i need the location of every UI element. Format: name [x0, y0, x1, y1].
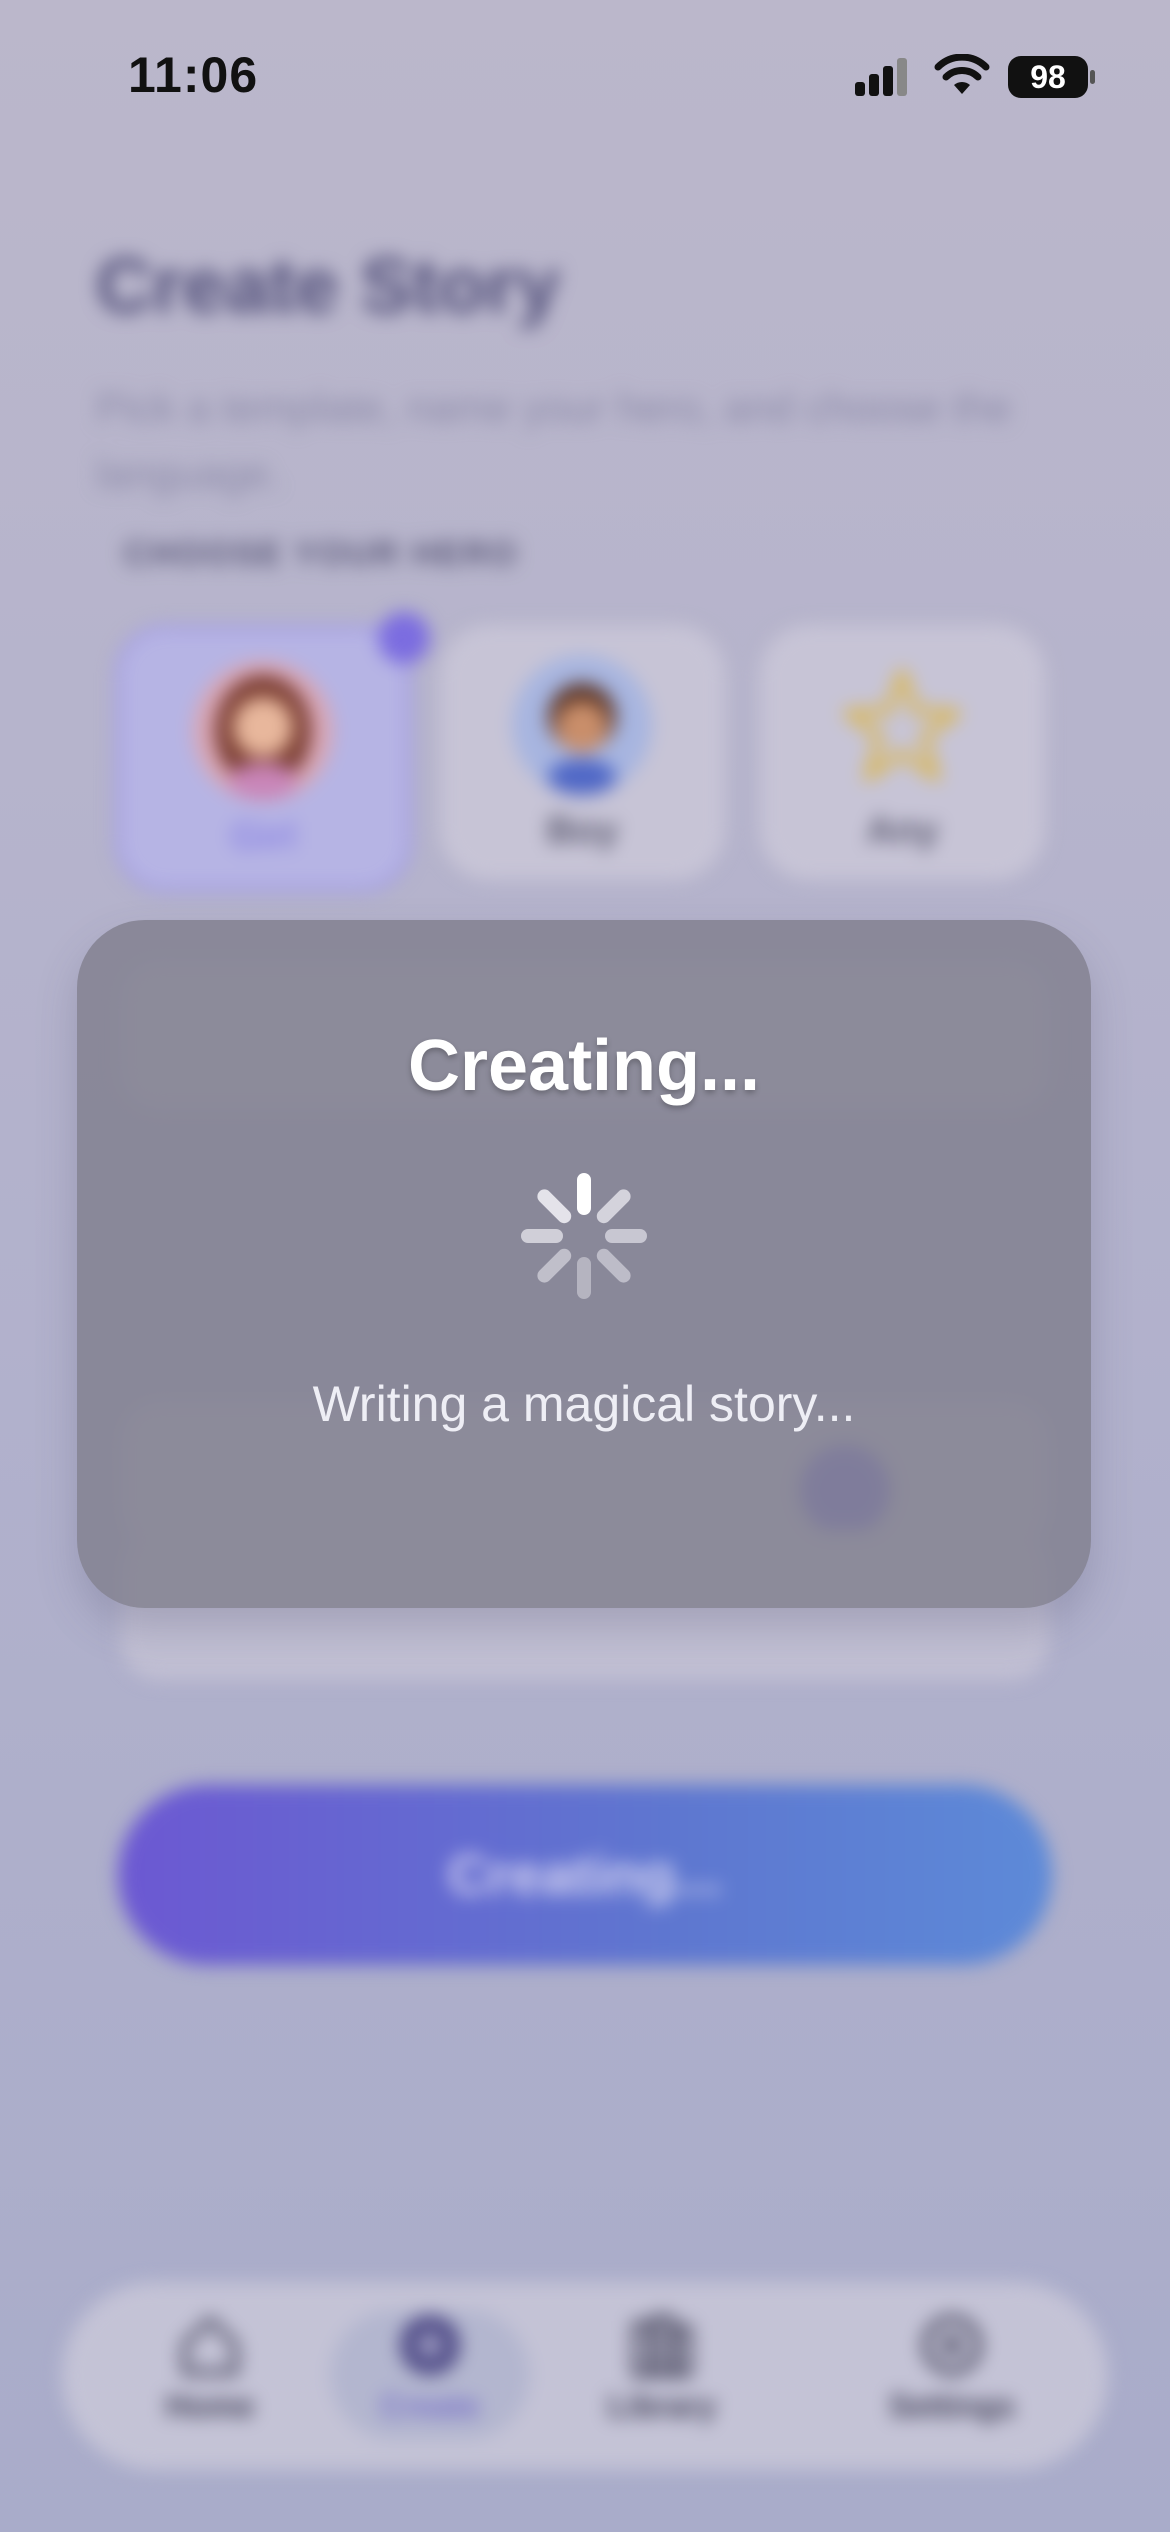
- tab-create[interactable]: Create: [330, 2310, 530, 2440]
- hero-label-boy: Boy: [546, 810, 619, 852]
- hero-label-girl: Girl: [230, 816, 297, 858]
- page-title: Create Story: [96, 241, 560, 329]
- hero-card-any[interactable]: Any: [760, 625, 1045, 880]
- battery-indicator: 98: [1008, 56, 1088, 98]
- tab-label-settings: Settings: [888, 2388, 1016, 2424]
- tab-bar: Home Create Library Settings: [62, 2282, 1108, 2470]
- create-button-label: Creating...: [448, 1843, 722, 1906]
- tab-label-create: Create: [380, 2388, 480, 2424]
- modal-message: Writing a magical story...: [312, 1376, 856, 1432]
- modal-title: Creating...: [407, 1026, 761, 1106]
- tab-label-home: Home: [165, 2388, 255, 2424]
- battery-tip: [1090, 70, 1095, 84]
- hero-label-any: Any: [866, 810, 939, 852]
- status-time: 11:06: [128, 47, 259, 103]
- boy-avatar-icon: [512, 655, 652, 795]
- house-icon: [182, 2317, 238, 2375]
- status-bar: 11:06 98: [0, 0, 1170, 150]
- plus-circle-icon: [400, 2315, 460, 2375]
- tab-settings[interactable]: Settings: [852, 2310, 1052, 2440]
- gear-icon: [922, 2315, 982, 2375]
- section-label: CHOOSE YOUR HERO: [124, 535, 519, 573]
- star-icon: [843, 668, 961, 782]
- hero-card-boy[interactable]: Boy: [440, 625, 725, 880]
- tab-home[interactable]: Home: [110, 2310, 310, 2440]
- page-subtitle: Pick a template, name your hero, and cho…: [96, 384, 1012, 497]
- books-icon: [632, 2315, 692, 2377]
- cellular-signal-icon: [855, 58, 907, 96]
- hero-card-girl[interactable]: Girl: [115, 625, 412, 892]
- tab-library[interactable]: Library: [562, 2310, 762, 2440]
- wifi-icon: [934, 54, 990, 94]
- tab-label-library: Library: [607, 2388, 717, 2424]
- girl-avatar-icon: [193, 661, 333, 801]
- create-button[interactable]: Creating...: [118, 1785, 1052, 1965]
- selected-badge: [378, 612, 430, 664]
- app-screen: 11:06 98 Create Story Pick a template, n…: [0, 0, 1170, 2532]
- loading-modal: Creating... Writing a magical story...: [77, 920, 1091, 1608]
- loading-spinner-icon: [521, 1173, 647, 1299]
